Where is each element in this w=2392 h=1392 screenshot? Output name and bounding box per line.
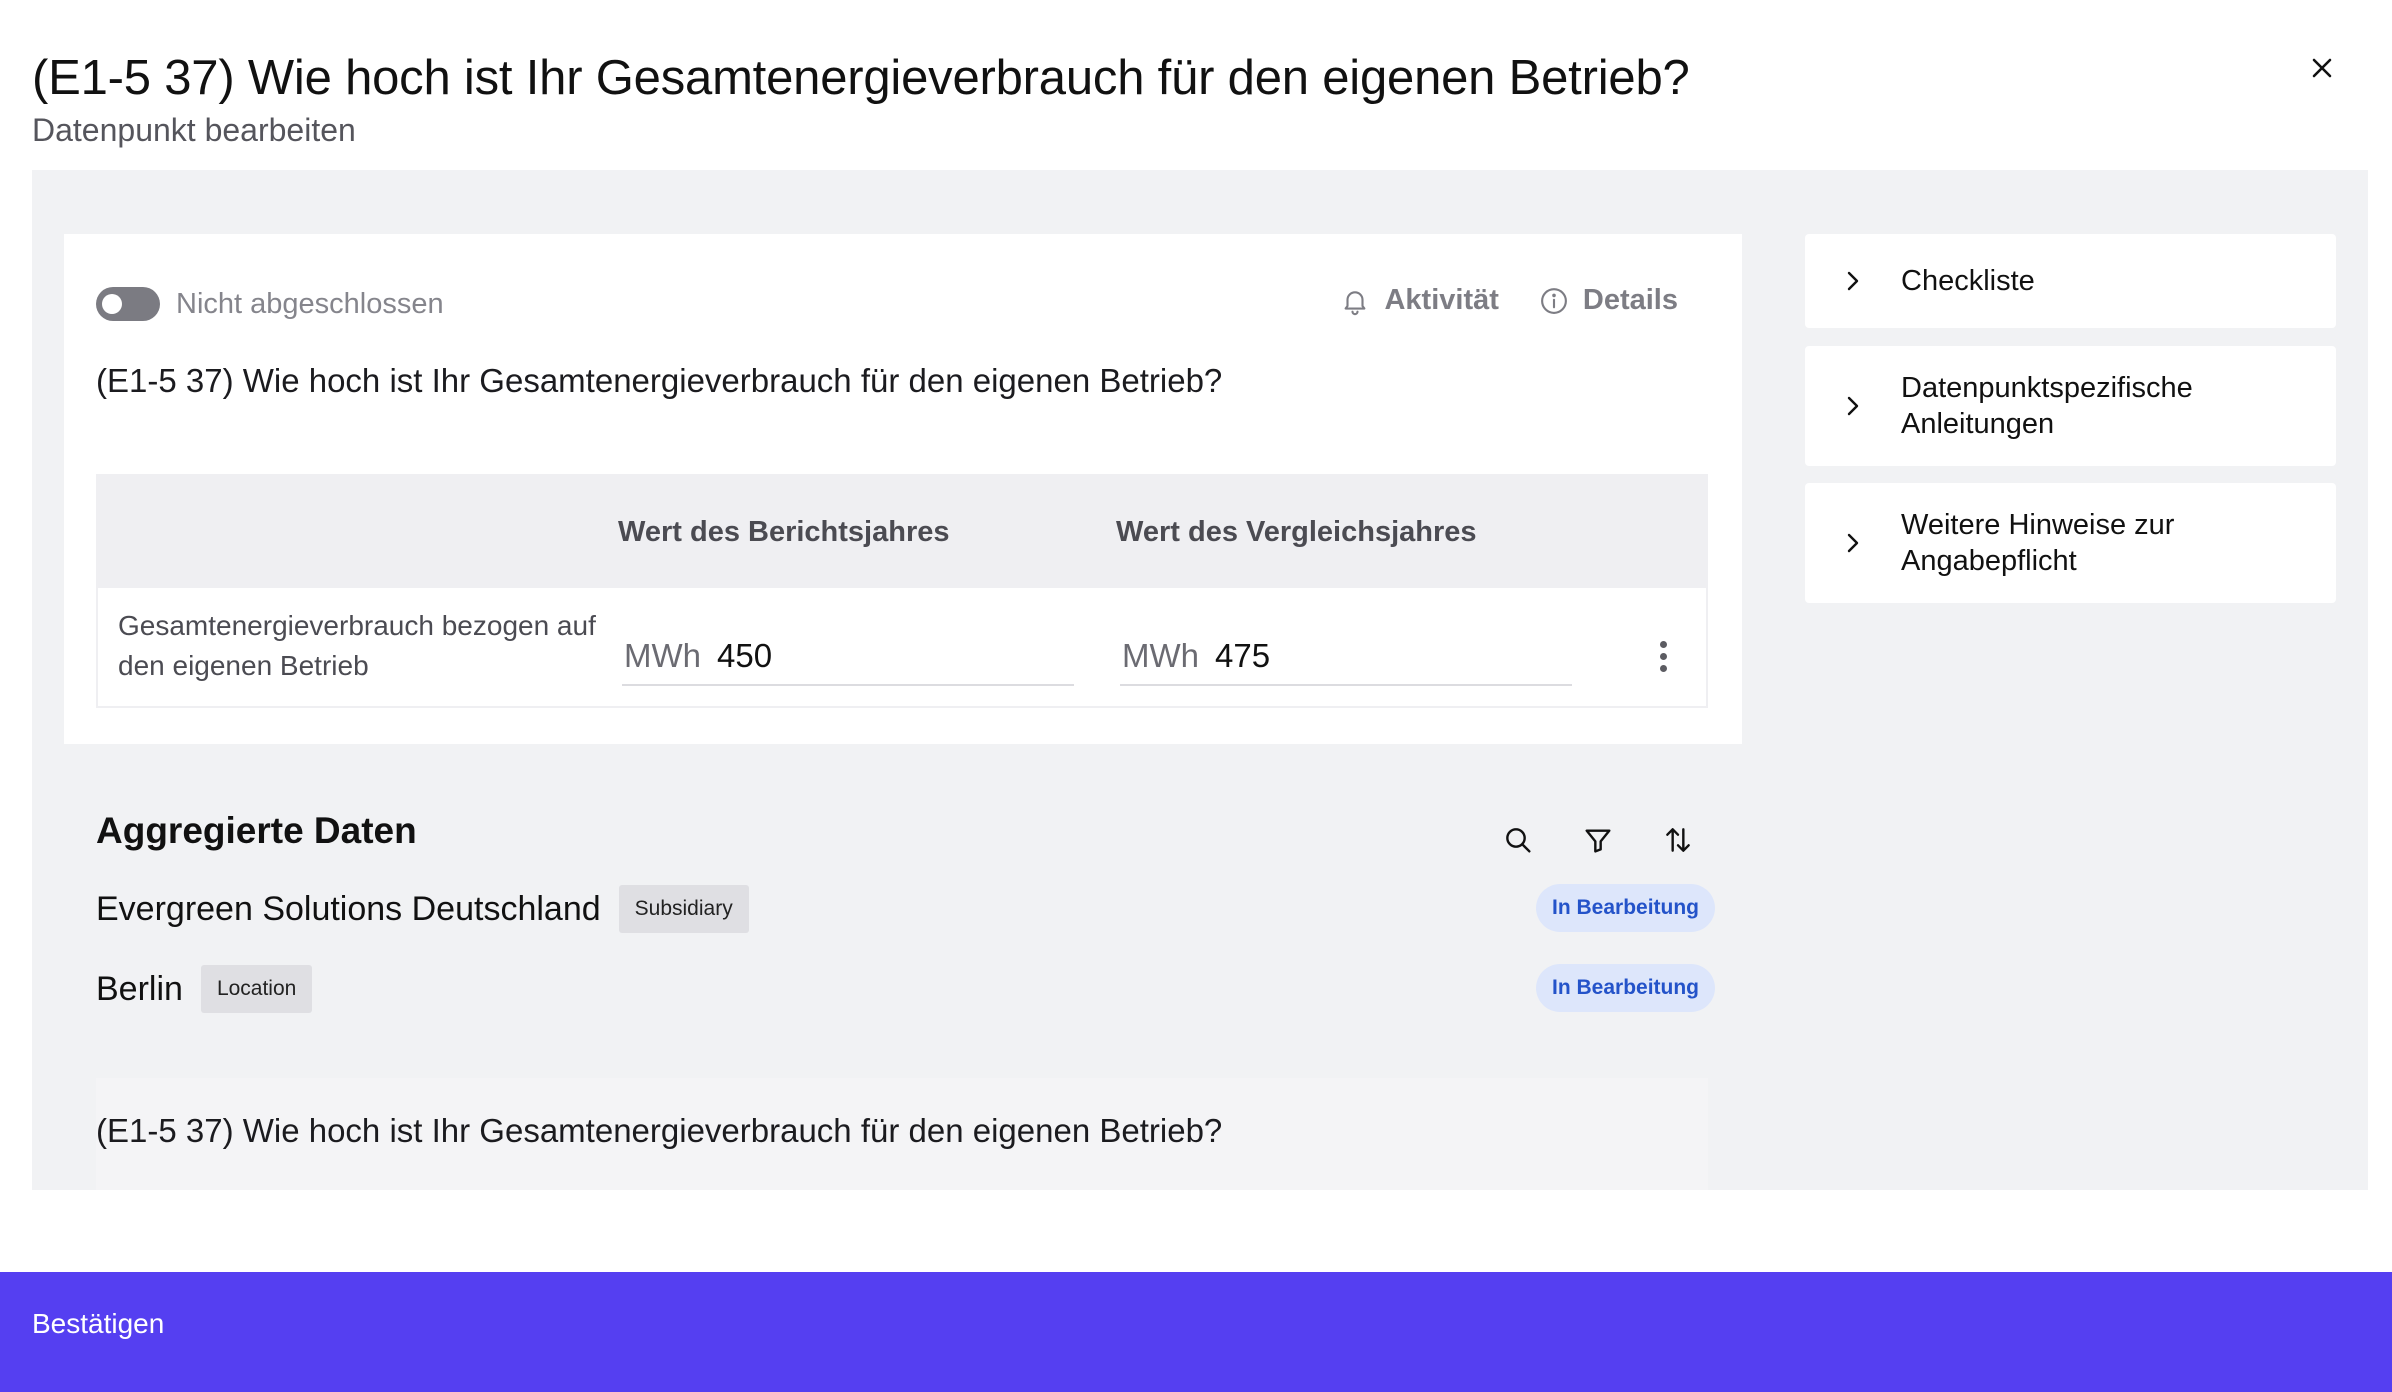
details-button[interactable]: Details xyxy=(1539,284,1678,317)
close-icon xyxy=(2312,58,2332,78)
entity-type-tag: Location xyxy=(200,965,313,1013)
filter-icon xyxy=(1585,829,1611,853)
more-vertical-icon-dot xyxy=(1659,664,1667,672)
filter-button[interactable] xyxy=(1578,820,1618,860)
bell-icon xyxy=(1345,290,1366,315)
unit-label: MWh xyxy=(1122,637,1199,674)
checklist-panel[interactable]: Checkliste xyxy=(1805,234,2336,328)
datapoint-question: (E1-5 37) Wie hoch ist Ihr Gesamtenergie… xyxy=(96,362,1223,399)
reporting-year-value[interactable]: 450 xyxy=(717,637,772,675)
checklist-label: Checkliste xyxy=(1901,265,2035,297)
more-vertical-icon xyxy=(1659,640,1667,648)
modal-subtitle: Datenpunkt bearbeiten xyxy=(32,112,356,148)
aggregated-data-title: Aggregierte Daten xyxy=(96,810,417,851)
modal-title: (E1-5 37) Wie hoch ist Ihr Gesamtenergie… xyxy=(32,51,1690,105)
disclosure-notes-panel[interactable]: Weitere Hinweise zur Angabepflicht xyxy=(1805,483,2336,603)
modal-footer: Bestätigen xyxy=(0,1272,2392,1392)
edit-datapoint-modal: (E1-5 37) Wie hoch ist Ihr Gesamtenergie… xyxy=(0,0,2392,1392)
table-header: Wert des Berichtsjahres Wert des Verglei… xyxy=(98,476,1706,588)
search-button[interactable] xyxy=(1498,820,1538,860)
chevron-right-icon xyxy=(1841,269,1865,293)
datapoint-instructions-panel[interactable]: Datenpunktspezifische Anleitungen xyxy=(1805,346,2336,466)
disclosure-notes-label: Weitere Hinweise zur Angabepflicht xyxy=(1901,509,2175,577)
reporting-year-value-field[interactable]: MWh 450 xyxy=(622,628,1074,686)
comparison-year-value[interactable]: 475 xyxy=(1215,637,1270,675)
aggregated-toolbar xyxy=(1498,820,1698,860)
values-table: Wert des Berichtsjahres Wert des Verglei… xyxy=(96,474,1708,708)
comparison-year-value-field[interactable]: MWh 475 xyxy=(1120,628,1572,686)
aggregated-item[interactable]: Evergreen Solutions Deutschland Subsidia… xyxy=(96,884,749,934)
entity-type-tag: Subsidiary xyxy=(618,885,749,933)
column-header-comparison-year: Wert des Vergleichsjahres xyxy=(1116,516,1477,548)
datapoint-instructions-label: Datenpunktspezifische Anleitungen xyxy=(1901,372,2193,440)
activity-button[interactable]: Aktivität xyxy=(1340,284,1499,317)
chevron-right-icon xyxy=(1841,394,1865,418)
more-vertical-icon-dot xyxy=(1659,652,1667,660)
close-button[interactable] xyxy=(2302,48,2342,88)
completion-status-label: Nicht abgeschlossen xyxy=(176,287,444,320)
confirm-button[interactable]: Bestätigen xyxy=(32,1300,164,1348)
completion-toggle[interactable] xyxy=(96,287,160,321)
column-header-reporting-year: Wert des Berichtsjahres xyxy=(618,516,950,548)
table-row-label: Gesamtenergieverbrauch bezogen auf den e… xyxy=(118,610,596,681)
toggle-knob xyxy=(102,294,122,314)
datapoint-card: Nicht abgeschlossen Aktivität Details (E… xyxy=(64,234,1742,744)
aggregated-question: (E1-5 37) Wie hoch ist Ihr Gesamtenergie… xyxy=(96,1112,1223,1149)
details-label: Details xyxy=(1582,284,1678,316)
status-badge: In Bearbeitung xyxy=(1536,884,1716,932)
row-menu-button[interactable] xyxy=(1648,636,1678,676)
sort-icon xyxy=(1666,828,1690,852)
aggregated-item[interactable]: Berlin Location xyxy=(96,964,313,1014)
search-icon xyxy=(1506,828,1531,853)
card-actions: Aktivität Details xyxy=(1340,284,1678,317)
activity-label: Aktivität xyxy=(1384,284,1499,316)
aggregated-item-name: Berlin xyxy=(96,969,183,1008)
unit-label: MWh xyxy=(624,637,701,674)
aggregated-item-name: Evergreen Solutions Deutschland xyxy=(96,889,601,928)
sort-button[interactable] xyxy=(1658,820,1698,860)
chevron-right-icon xyxy=(1841,531,1865,555)
aggregated-question-card: (E1-5 37) Wie hoch ist Ihr Gesamtenergie… xyxy=(96,1078,1708,1190)
info-icon xyxy=(1540,287,1567,314)
status-badge: In Bearbeitung xyxy=(1536,964,1716,1012)
modal-body: Nicht abgeschlossen Aktivität Details (E… xyxy=(32,170,2368,1190)
completion-status: Nicht abgeschlossen xyxy=(96,286,444,322)
